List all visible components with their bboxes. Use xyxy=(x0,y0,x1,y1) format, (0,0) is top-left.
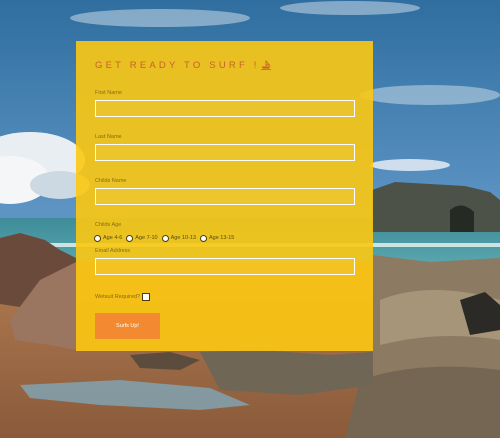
wetsuit-label: Wetsuit Required? xyxy=(95,294,141,300)
radio-button[interactable] xyxy=(161,234,169,242)
last-name-label: Last Name xyxy=(95,134,122,140)
form-title: GET READY TO SURF ! xyxy=(95,60,355,74)
radio-button[interactable] xyxy=(94,234,101,242)
form-title-text: GET READY TO SURF ! xyxy=(95,60,260,71)
age-option-7-10[interactable]: Age 7-10 xyxy=(126,234,158,242)
childs-name-label: Childs Name xyxy=(95,178,127,184)
childs-name-input[interactable] xyxy=(95,188,355,205)
age-option-10-13[interactable]: Age 10-13 xyxy=(161,234,196,242)
age-option-label: Age 7-10 xyxy=(135,235,158,241)
age-option-label: Age 4-6 xyxy=(103,235,123,241)
age-option-label: Age 10-13 xyxy=(170,235,196,241)
surf-signup-form: GET READY TO SURF ! First Name Last Name… xyxy=(76,41,373,351)
wetsuit-checkbox[interactable] xyxy=(142,293,151,301)
age-option-4-6[interactable]: Age 4-6 xyxy=(94,234,123,242)
childs-age-radio-group: Age 4-6 Age 7-10 Age 10-13 Age 13-15 xyxy=(94,233,355,243)
surfboat-icon xyxy=(260,60,271,74)
last-name-input[interactable] xyxy=(95,144,355,161)
radio-button[interactable] xyxy=(126,234,134,242)
childs-age-label: Childs Age xyxy=(95,222,122,228)
age-option-label: Age 13-15 xyxy=(208,235,235,241)
first-name-input[interactable] xyxy=(95,100,355,117)
age-option-13-15[interactable]: Age 13-15 xyxy=(199,234,235,242)
wetsuit-row: Wetsuit Required? xyxy=(95,292,355,302)
first-name-label: First Name xyxy=(95,90,122,96)
radio-button[interactable] xyxy=(199,234,207,242)
submit-button[interactable]: Surfs Up! xyxy=(95,313,160,339)
email-label: Email Address xyxy=(95,248,131,254)
email-input[interactable] xyxy=(95,258,355,275)
